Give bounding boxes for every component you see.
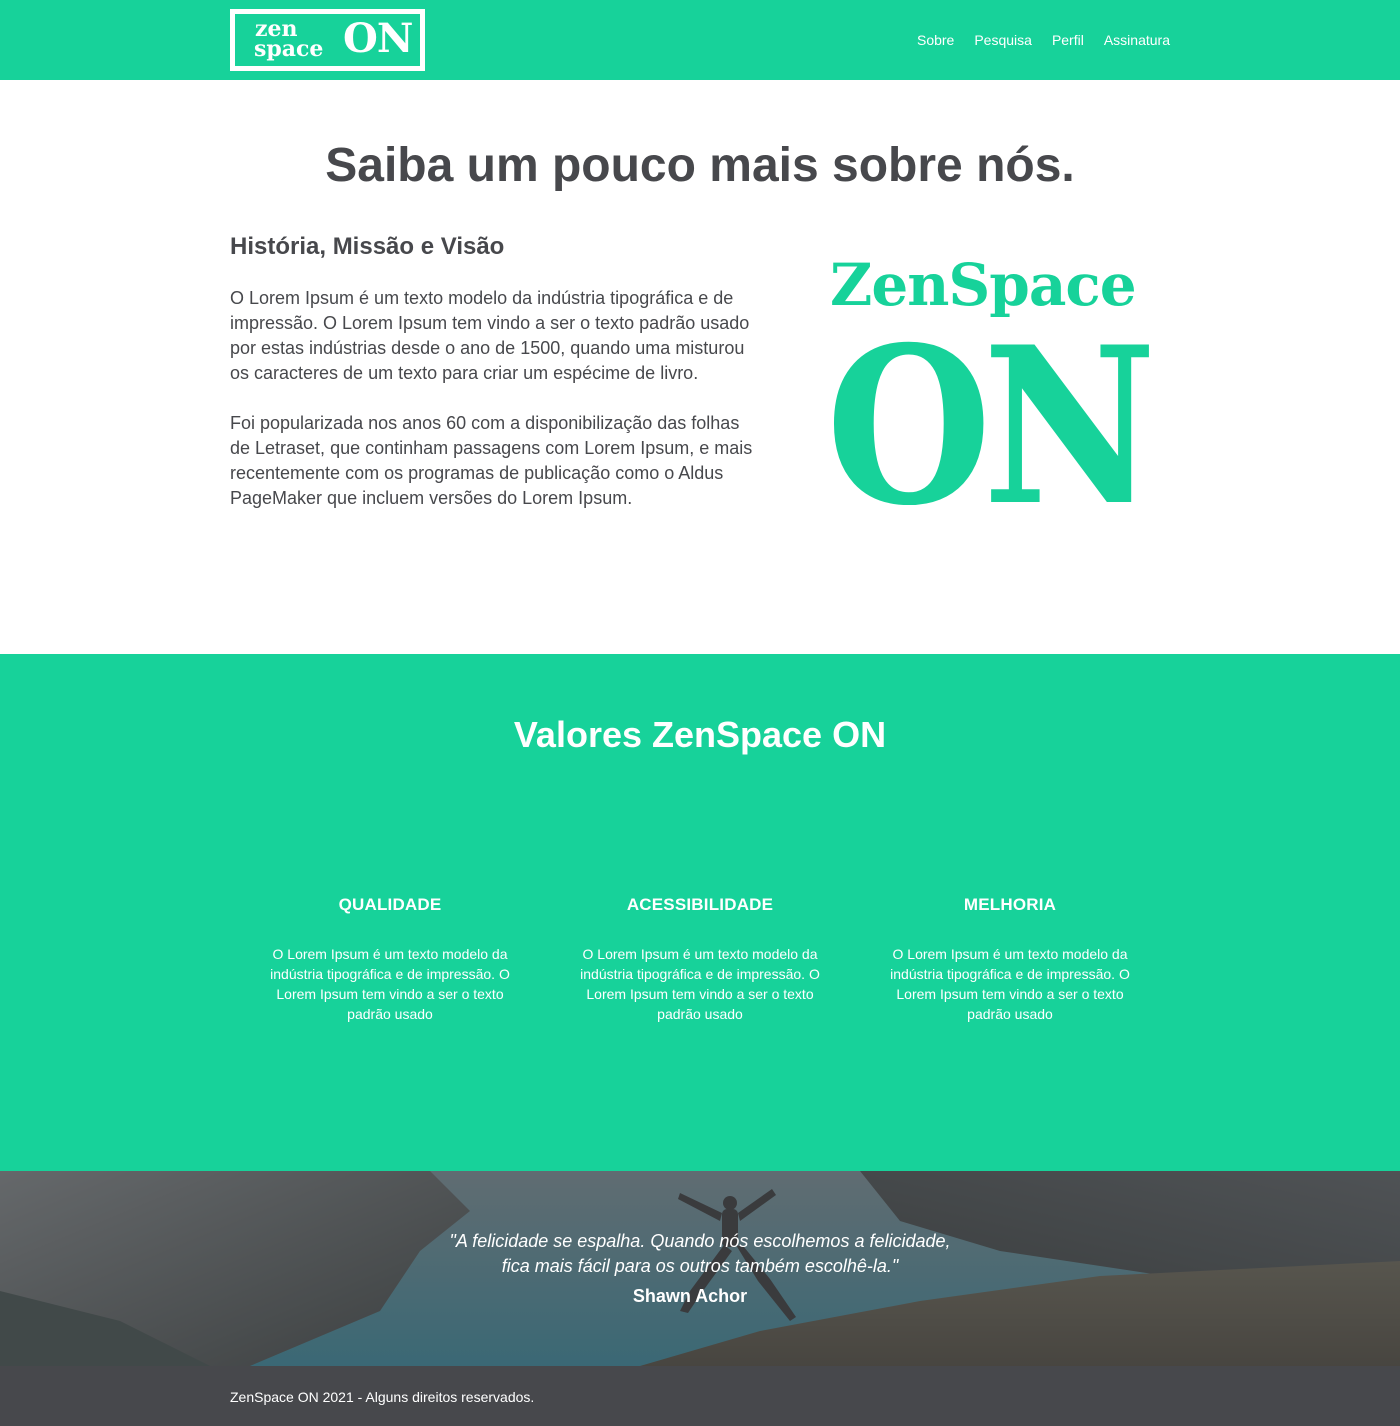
- value-text: O Lorem Ipsum é um texto modelo da indús…: [580, 946, 820, 1022]
- values-section: Valores ZenSpace ON QUALIDADE O Lorem Ip…: [0, 654, 1400, 1171]
- value-title: QUALIDADE: [338, 895, 442, 914]
- values-title: Valores ZenSpace ON: [513, 714, 887, 755]
- about-title: Saiba um pouco mais sobre nós.: [325, 139, 1075, 192]
- nav-link-sobre[interactable]: Sobre: [917, 31, 954, 49]
- quote-line-1: "A felicidade se espalha. Quando nós esc…: [449, 1231, 951, 1251]
- nav-link-pesquisa[interactable]: Pesquisa: [974, 31, 1032, 49]
- about-paragraph-2: Foi popularizada nos anos 60 com a dispo…: [230, 413, 753, 508]
- site-footer: ZenSpace ON 2021 - Alguns direitos reser…: [0, 1366, 1400, 1426]
- value-card-acessibilidade: ACESSIBILIDADE O Lorem Ipsum é um texto …: [575, 894, 825, 1024]
- value-title: MELHORIA: [963, 895, 1057, 914]
- nav-link-perfil[interactable]: Perfil: [1052, 31, 1084, 49]
- main-nav: Sobre Pesquisa Perfil Assinatura: [917, 31, 1170, 49]
- brand-logo-on: ON: [826, 299, 1157, 553]
- logo-text-space: space: [254, 36, 324, 62]
- site-header: zen space ON Sobre Pesquisa Perfil Assin…: [0, 0, 1400, 80]
- value-card-qualidade: QUALIDADE O Lorem Ipsum é um texto model…: [265, 894, 515, 1024]
- quote-line-2: fica mais fácil para os outros também es…: [501, 1256, 899, 1276]
- logo[interactable]: zen space ON: [230, 9, 425, 71]
- logo-text-on: ON: [343, 15, 413, 62]
- quote-section: "A felicidade se espalha. Quando nós esc…: [0, 1171, 1400, 1366]
- quote-text: "A felicidade se espalha. Quando nós esc…: [0, 1229, 1400, 1279]
- nav-link-assinatura[interactable]: Assinatura: [1104, 31, 1170, 49]
- quote-author: Shawn Achor: [632, 1286, 748, 1306]
- value-title: ACESSIBILIDADE: [626, 895, 774, 914]
- value-card-melhoria: MELHORIA O Lorem Ipsum é um texto modelo…: [885, 894, 1135, 1024]
- about-subtitle: História, Missão e Visão: [230, 233, 505, 260]
- about-paragraph-1: O Lorem Ipsum é um texto modelo da indús…: [230, 288, 750, 383]
- value-text: O Lorem Ipsum é um texto modelo da indús…: [270, 946, 510, 1022]
- value-text: O Lorem Ipsum é um texto modelo da indús…: [890, 946, 1130, 1022]
- footer-copyright: ZenSpace ON 2021 - Alguns direitos reser…: [230, 1389, 535, 1405]
